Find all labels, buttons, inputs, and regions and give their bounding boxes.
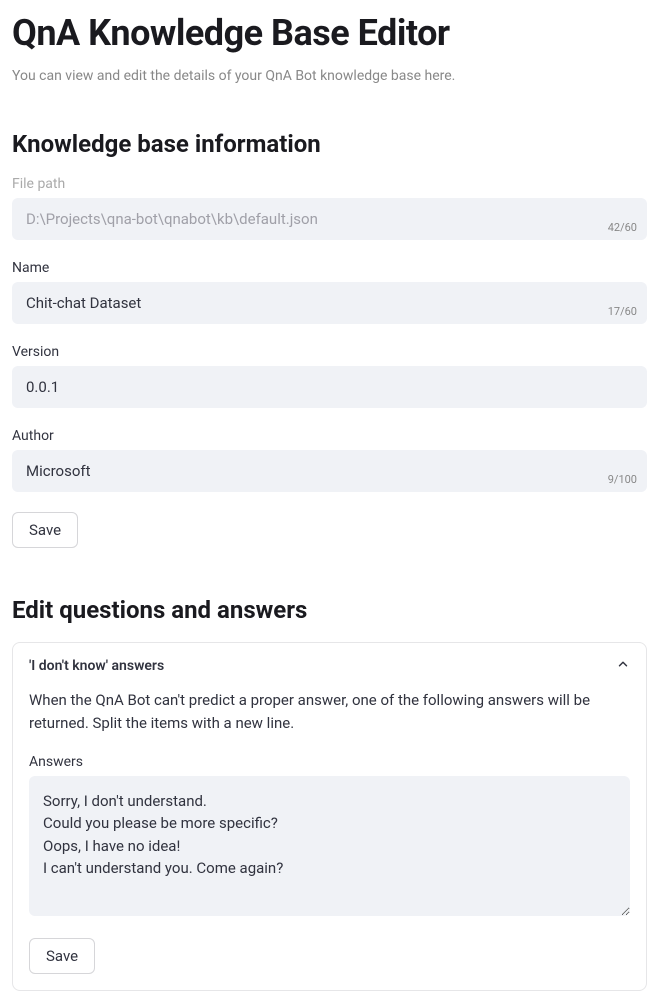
save-answers-button[interactable]: Save [29, 938, 95, 974]
answers-textarea[interactable] [29, 776, 630, 917]
idk-description: When the QnA Bot can't predict a proper … [29, 689, 630, 736]
page-subtitle: You can view and edit the details of you… [12, 68, 647, 84]
idk-expander-header[interactable]: 'I don't know' answers [13, 643, 646, 689]
name-counter: 17/60 [608, 305, 637, 318]
name-label: Name [12, 260, 647, 276]
idk-expander-title: 'I don't know' answers [29, 658, 164, 674]
qa-edit-heading: Edit questions and answers [12, 596, 647, 624]
page-title: QnA Knowledge Base Editor [12, 12, 647, 54]
chevron-up-icon [616, 657, 630, 675]
version-label: Version [12, 344, 647, 360]
version-input[interactable] [12, 366, 647, 408]
author-input[interactable] [12, 450, 647, 492]
file-path-input [12, 198, 647, 240]
file-path-label: File path [12, 176, 647, 192]
answers-label: Answers [29, 754, 630, 770]
kb-info-heading: Knowledge base information [12, 130, 647, 158]
file-path-counter: 42/60 [608, 221, 637, 234]
save-kb-button[interactable]: Save [12, 512, 78, 548]
idk-expander: 'I don't know' answers When the QnA Bot … [12, 642, 647, 991]
author-label: Author [12, 428, 647, 444]
name-input[interactable] [12, 282, 647, 324]
author-counter: 9/100 [608, 473, 637, 486]
